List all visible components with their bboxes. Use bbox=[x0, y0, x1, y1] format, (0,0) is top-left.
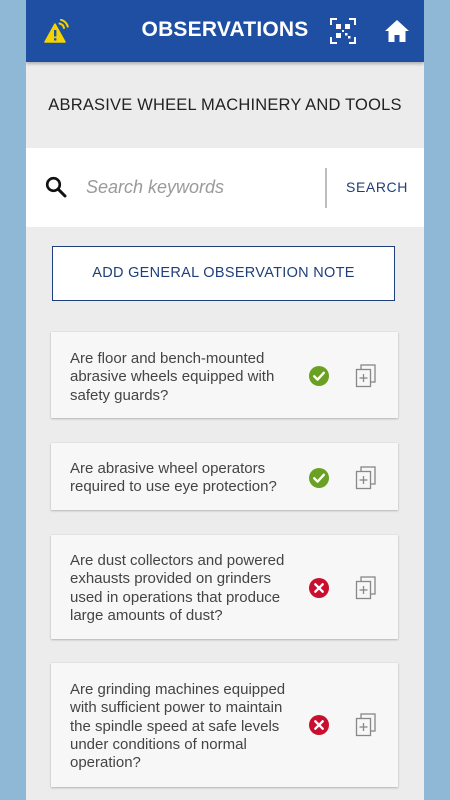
page-title: OBSERVATIONS bbox=[141, 18, 309, 41]
search-button[interactable]: SEARCH bbox=[342, 179, 412, 195]
copy-add-icon[interactable] bbox=[355, 713, 377, 737]
cross-icon bbox=[309, 715, 329, 735]
observation-question: Are dust collectors and powered exhausts… bbox=[70, 552, 285, 624]
app-screen: OBSERVATIONS ABRASIVE WHEEL MACHINERY AN… bbox=[26, 0, 424, 800]
app-bar: OBSERVATIONS bbox=[26, 0, 424, 62]
qr-scan-icon[interactable] bbox=[330, 18, 356, 44]
check-icon bbox=[309, 366, 329, 386]
observation-question: Are grinding machines equipped with suff… bbox=[70, 681, 286, 772]
observation-card[interactable]: Are floor and bench-mounted abrasive whe… bbox=[51, 332, 398, 418]
cross-icon bbox=[309, 578, 329, 598]
section-title: ABRASIVE WHEEL MACHINERY AND TOOLS bbox=[48, 96, 402, 114]
observation-question: Are abrasive wheel operators required to… bbox=[70, 460, 277, 496]
search-divider bbox=[325, 168, 327, 208]
observation-card[interactable]: Are dust collectors and powered exhausts… bbox=[51, 535, 398, 639]
observation-card[interactable]: Are grinding machines equipped with suff… bbox=[51, 663, 398, 787]
copy-add-icon[interactable] bbox=[355, 576, 377, 600]
observation-card[interactable]: Are abrasive wheel operators required to… bbox=[51, 443, 398, 510]
search-input[interactable] bbox=[86, 172, 316, 202]
search-icon bbox=[45, 176, 67, 198]
copy-add-icon[interactable] bbox=[355, 364, 377, 388]
search-bar: SEARCH bbox=[26, 148, 424, 227]
home-icon[interactable] bbox=[384, 19, 410, 43]
observation-question: Are floor and bench-mounted abrasive whe… bbox=[70, 350, 275, 404]
check-icon bbox=[309, 468, 329, 488]
copy-add-icon[interactable] bbox=[355, 466, 377, 490]
add-general-observation-note-button[interactable]: ADD GENERAL OBSERVATION NOTE bbox=[52, 246, 395, 301]
